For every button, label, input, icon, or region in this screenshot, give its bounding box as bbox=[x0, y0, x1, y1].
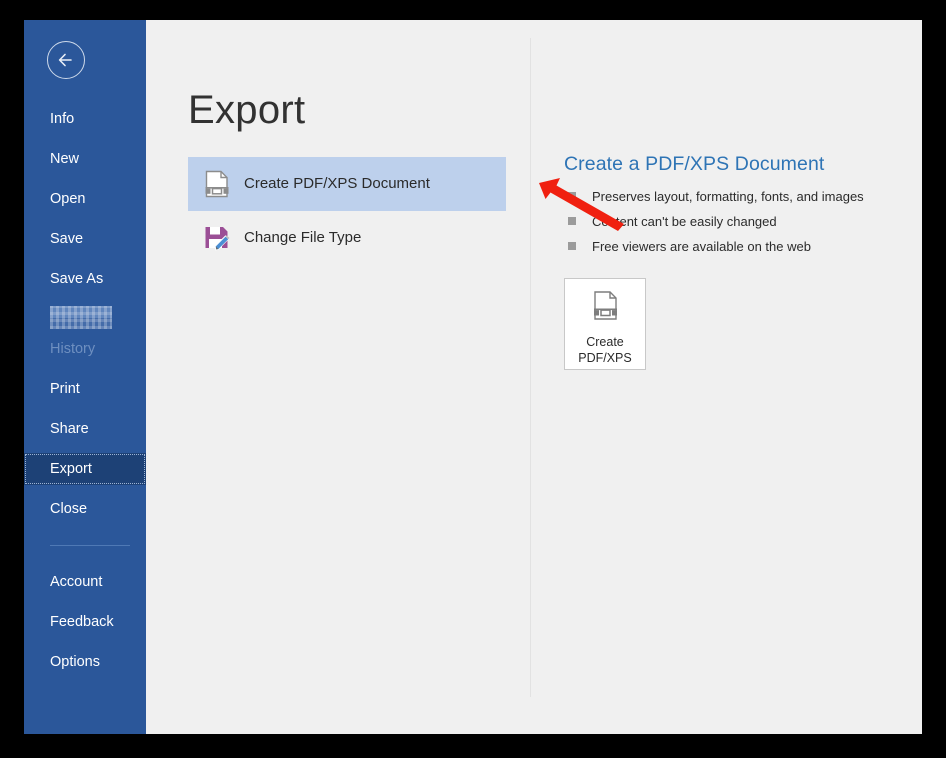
sidebar-item-info[interactable]: Info bbox=[24, 103, 146, 135]
redaction-blur-overlay bbox=[50, 306, 112, 329]
pane-divider bbox=[530, 38, 531, 697]
sidebar-item-label: Account bbox=[50, 574, 103, 590]
sidebar-divider bbox=[50, 545, 130, 546]
export-page: Export Create PDF/XPS Document Change Fi… bbox=[146, 20, 922, 734]
sidebar-item-redacted bbox=[24, 303, 146, 333]
option-label: Create PDF/XPS Document bbox=[244, 175, 430, 192]
sidebar-item-options[interactable]: Options bbox=[24, 646, 146, 678]
sidebar-item-history: History bbox=[24, 333, 146, 365]
detail-bullet: Content can't be easily changed bbox=[564, 213, 894, 230]
page-title: Export bbox=[188, 88, 306, 132]
sidebar-item-label: Save bbox=[50, 231, 84, 247]
sidebar-item-label: Open bbox=[50, 191, 86, 207]
create-pdf-xps-button[interactable]: Create PDF/XPS bbox=[564, 278, 646, 370]
option-create-pdf-xps-document[interactable]: Create PDF/XPS Document bbox=[188, 157, 506, 211]
detail-bullet: Free viewers are available on the web bbox=[564, 238, 894, 255]
sidebar-item-new[interactable]: New bbox=[24, 143, 146, 175]
sidebar-item-close[interactable]: Close bbox=[24, 493, 146, 525]
save-pencil-icon bbox=[202, 223, 232, 253]
bullet-square-icon bbox=[568, 242, 576, 250]
detail-bullet-label: Content can't be easily changed bbox=[592, 214, 777, 229]
detail-title: Create a PDF/XPS Document bbox=[564, 153, 825, 175]
option-change-file-type[interactable]: Change File Type bbox=[188, 211, 506, 265]
backstage-sidebar: Info New Open Save Save As History Print bbox=[24, 20, 146, 734]
sidebar-item-save-as[interactable]: Save As bbox=[24, 263, 146, 295]
detail-bullet-label: Free viewers are available on the web bbox=[592, 239, 811, 254]
sidebar-item-share[interactable]: Share bbox=[24, 413, 146, 445]
sidebar-item-account[interactable]: Account bbox=[24, 566, 146, 598]
sidebar-item-label: Info bbox=[50, 111, 75, 127]
back-arrow-icon[interactable] bbox=[47, 41, 85, 79]
sidebar-item-feedback[interactable]: Feedback bbox=[24, 606, 146, 638]
sidebar-item-export[interactable]: Export bbox=[24, 453, 146, 485]
export-option-list: Create PDF/XPS Document Change File Type bbox=[188, 157, 506, 265]
word-backstage-window: Info New Open Save Save As History Print bbox=[24, 20, 922, 734]
pdf-document-icon bbox=[565, 289, 645, 330]
create-pdf-xps-button-label: Create PDF/XPS bbox=[565, 334, 645, 366]
create-button-line2: PDF/XPS bbox=[578, 351, 632, 365]
sidebar-item-print[interactable]: Print bbox=[24, 373, 146, 405]
sidebar-item-label: Print bbox=[50, 381, 80, 397]
export-detail-pane: Create a PDF/XPS Document Preserves layo… bbox=[564, 153, 894, 370]
sidebar-item-label: History bbox=[50, 341, 96, 357]
bullet-square-icon bbox=[568, 217, 576, 225]
sidebar-item-label: Feedback bbox=[50, 614, 114, 630]
sidebar-item-label: Options bbox=[50, 654, 100, 670]
detail-bullet: Preserves layout, formatting, fonts, and… bbox=[564, 188, 894, 205]
bullet-square-icon bbox=[568, 192, 576, 200]
sidebar-item-label: Close bbox=[50, 501, 88, 517]
sidebar-item-save[interactable]: Save bbox=[24, 223, 146, 255]
sidebar-item-label: Save As bbox=[50, 271, 104, 287]
create-button-line1: Create bbox=[586, 335, 624, 349]
sidebar-item-label: Share bbox=[50, 421, 89, 437]
option-label: Change File Type bbox=[244, 229, 362, 246]
sidebar-item-label: New bbox=[50, 151, 80, 167]
detail-bullet-label: Preserves layout, formatting, fonts, and… bbox=[592, 189, 864, 204]
sidebar-item-label: Export bbox=[50, 461, 92, 477]
pdf-document-icon bbox=[202, 169, 232, 199]
backstage-nav-list: Info New Open Save Save As History Print bbox=[24, 103, 146, 678]
sidebar-item-open[interactable]: Open bbox=[24, 183, 146, 215]
